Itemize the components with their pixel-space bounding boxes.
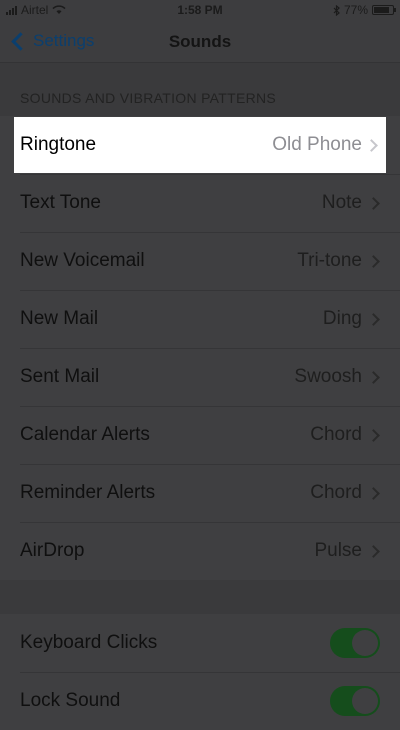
row-reminder-alerts[interactable]: Reminder Alerts Chord	[0, 464, 400, 522]
row-value: Ding	[322, 308, 362, 329]
row-text-tone[interactable]: Text Tone Note	[0, 174, 400, 232]
row-value: Chord	[310, 482, 362, 503]
navigation-bar: Settings Sounds	[0, 22, 400, 63]
row-value: Pulse	[314, 540, 362, 561]
chevron-right-icon	[365, 138, 378, 152]
row-keyboard-clicks: Keyboard Clicks	[0, 614, 400, 672]
lock-sound-toggle[interactable]	[330, 686, 380, 716]
row-new-voicemail[interactable]: New Voicemail Tri-tone	[0, 232, 400, 290]
chevron-right-icon	[367, 544, 380, 558]
row-lock-sound: Lock Sound	[0, 672, 400, 730]
chevron-right-icon	[367, 254, 380, 268]
bluetooth-icon	[333, 4, 340, 16]
chevron-right-icon	[367, 370, 380, 384]
section-header: SOUNDS AND VIBRATION PATTERNS	[20, 90, 277, 106]
row-new-mail[interactable]: New Mail Ding	[0, 290, 400, 348]
row-value: Chord	[310, 424, 362, 445]
row-value: Tri-tone	[297, 250, 362, 271]
toggles-list: Keyboard Clicks Lock Sound	[0, 614, 400, 730]
row-value: Note	[321, 192, 362, 213]
row-value: Old Phone	[272, 134, 362, 155]
row-value: Swoosh	[294, 366, 362, 387]
battery-percent: 77%	[343, 3, 368, 17]
row-sent-mail[interactable]: Sent Mail Swoosh	[0, 348, 400, 406]
row-label: Ringtone	[20, 134, 97, 155]
chevron-right-icon	[367, 486, 380, 500]
row-label: Sent Mail	[20, 366, 100, 387]
row-label: AirDrop	[20, 540, 85, 561]
chevron-right-icon	[367, 196, 380, 210]
row-label: Reminder Alerts	[20, 482, 156, 503]
row-calendar-alerts[interactable]: Calendar Alerts Chord	[0, 406, 400, 464]
chevron-right-icon	[367, 428, 380, 442]
row-label: Calendar Alerts	[20, 424, 150, 445]
row-label: New Voicemail	[20, 250, 145, 271]
row-label: Text Tone	[20, 192, 101, 213]
sounds-list: Text Tone Note New Voicemail Tri-tone Ne…	[0, 116, 400, 580]
status-bar: Airtel 1:58 PM 77%	[0, 0, 400, 22]
page-title: Sounds	[168, 32, 232, 51]
row-label: Keyboard Clicks	[20, 632, 158, 653]
keyboard-clicks-toggle[interactable]	[330, 628, 380, 658]
battery-icon	[372, 5, 396, 15]
row-label: New Mail	[20, 308, 99, 329]
chevron-right-icon	[367, 312, 380, 326]
row-airdrop[interactable]: AirDrop Pulse	[0, 522, 400, 580]
row-ringtone[interactable]: Ringtone Old Phone	[14, 117, 386, 173]
row-label: Lock Sound	[20, 690, 121, 711]
